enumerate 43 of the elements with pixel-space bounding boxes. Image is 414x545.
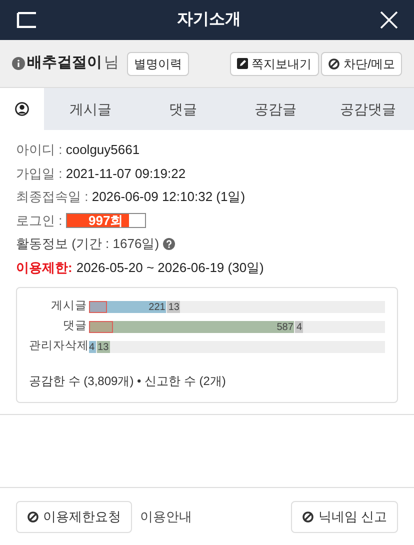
stat-label: 게시글 [50,299,88,314]
pencil-icon [236,58,248,69]
activity-label: 활동정보 (기간 : 1676일) [16,235,160,253]
count-bar: 221 [89,301,166,313]
window-title: 자기소개 [177,10,241,30]
tab[interactable]: 공감댓글 [322,88,414,130]
stat-label: 댓글 [62,319,88,334]
restriction-period: 2026-05-20 ~ 2026-06-19 (30일) [76,258,264,277]
tab[interactable]: 공감글 [229,88,322,130]
field-value: coolguy5661 [66,141,140,159]
help-icon [163,238,176,250]
history-button[interactable]: 별명이력 [127,52,189,76]
tab[interactable]: 게시글 [44,88,136,130]
tab[interactable]: 댓글 [136,88,229,130]
field-label: 로그인 : [16,212,64,230]
summary-text: 공감한 수 (3,809개) • 신고한 수 (2개) [29,373,227,390]
stat-label: 관리자삭제 [29,339,89,354]
message-button[interactable]: 쪽지보내기 [230,52,319,76]
field-label: 가입일 : [16,164,64,182]
bracket-logo-icon [16,12,38,28]
field-value: 2021-11-07 09:19:22 [66,164,186,182]
nickname: 배추겉절이 [27,53,102,74]
field-label: 최종접속일 : [16,188,90,206]
ban-icon [27,510,39,522]
count-bar: 13 [167,301,180,313]
field-value: 2026-06-09 12:10:32 (1일) [92,188,246,206]
block-button[interactable]: 차단/메모 [320,52,402,76]
count-bar: 4 [89,341,96,353]
report-nickname-button[interactable]: 닉네임 신고 [291,500,398,532]
ban-icon [328,58,340,70]
guide-link[interactable]: 이용안내 [140,506,192,526]
user-icon [15,102,29,116]
info-icon [12,57,25,70]
restriction-label: 이용제한: [16,258,72,276]
ban-icon [302,510,314,522]
honorific-text: 님 [104,53,119,74]
restriction-request-button[interactable]: 이용제한요청 [16,500,132,532]
count-bar: 587 [89,321,294,333]
close-icon [380,11,398,29]
field-label: 아이디 : [16,141,64,159]
count-bar: 13 [96,341,110,353]
login-count: 997회 [87,214,124,227]
count-bar: 4 [295,321,303,333]
